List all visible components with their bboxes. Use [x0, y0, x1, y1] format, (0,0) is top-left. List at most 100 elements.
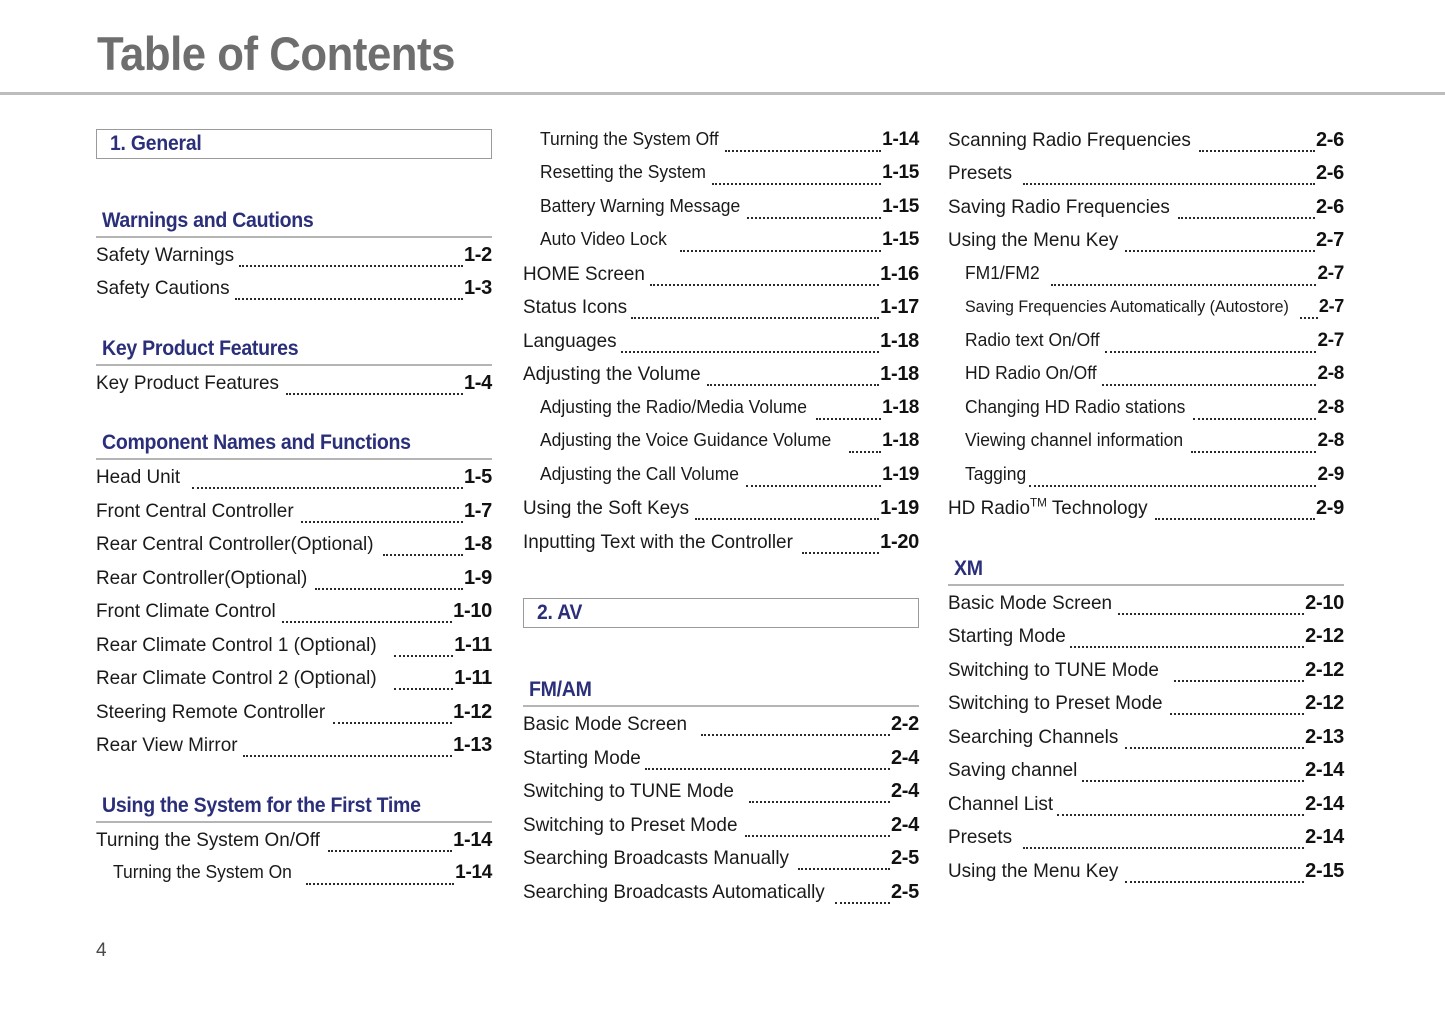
- toc-entry[interactable]: Starting Mode 2-4: [523, 747, 919, 781]
- section-heading-label: Key Product Features: [102, 336, 299, 360]
- toc-entry[interactable]: Presets 2-14: [948, 826, 1344, 860]
- dot-leader: [649, 275, 880, 286]
- toc-entry[interactable]: FM1/FM2 2-7: [948, 263, 1344, 297]
- toc-entry[interactable]: Saving Radio Frequencies 2-6: [948, 196, 1344, 230]
- toc-entry[interactable]: Switching to TUNE Mode 2-4: [523, 780, 919, 814]
- toc-entry-page: 1-18: [880, 329, 919, 352]
- section-heading-label: Using the System for the First Time: [102, 793, 421, 817]
- toc-entry[interactable]: Front Climate Control 1-10: [96, 600, 492, 634]
- toc-entry[interactable]: Switching to Preset Mode 2-12: [948, 692, 1344, 726]
- toc-entry[interactable]: Adjusting the Voice Guidance Volume 1-18: [523, 430, 919, 464]
- toc-entry[interactable]: Radio text On/Off 2-7: [948, 330, 1344, 364]
- toc-entry[interactable]: Turning the System Off 1-14: [523, 129, 919, 163]
- toc-entry-label: Front Central Controller: [96, 499, 294, 522]
- toc-entry[interactable]: Switching to Preset Mode 2-4: [523, 814, 919, 848]
- toc-entry[interactable]: Searching Broadcasts Manually 2-5: [523, 847, 919, 881]
- toc-entry[interactable]: Tagging 2-9: [948, 464, 1344, 498]
- toc-entry[interactable]: Rear View Mirror 1-13: [96, 734, 492, 768]
- toc-entry[interactable]: Using the Menu Key 2-7: [948, 229, 1344, 263]
- toc-entry[interactable]: Battery Warning Message 1-15: [523, 196, 919, 230]
- toc-entry[interactable]: HOME Screen 1-16: [523, 263, 919, 297]
- toc-entry[interactable]: Rear Climate Control 2 (Optional) 1-11: [96, 667, 492, 701]
- toc-entry[interactable]: Turning the System On 1-14: [96, 862, 492, 896]
- dot-leader: [1029, 476, 1317, 487]
- toc-entry-label: Scanning Radio Frequencies: [948, 128, 1191, 151]
- toc-entry[interactable]: Viewing channel information 2-8: [948, 430, 1344, 464]
- section-heading-warnings-and-cautions: Warnings and Cautions: [96, 209, 492, 238]
- toc-entry[interactable]: Rear Central Controller(Optional) 1-8: [96, 533, 492, 567]
- dot-leader: [749, 792, 890, 804]
- toc-entry-label: Basic Mode Screen: [948, 591, 1113, 614]
- toc-entry-page: 1-11: [454, 667, 492, 690]
- toc-entry[interactable]: Adjusting the Radio/Media Volume 1-18: [523, 397, 919, 431]
- chapter-heading-1-general[interactable]: 1. General: [96, 128, 492, 159]
- toc-entry[interactable]: HD RadioTM Technology 2-9: [948, 497, 1344, 531]
- toc-entry-label: Radio text On/Off: [965, 329, 1100, 350]
- trademark-symbol: TM: [1030, 495, 1047, 510]
- toc-entry-page: 1-7: [463, 499, 492, 522]
- toc-entry-page: 1-12: [453, 700, 492, 723]
- toc-entry[interactable]: Status Icons 1-17: [523, 296, 919, 330]
- toc-entry[interactable]: Turning the System On/Off 1-14: [96, 829, 492, 863]
- toc-entry-page: 2-12: [1305, 658, 1344, 681]
- toc-entry-page: 2-6: [1315, 195, 1344, 218]
- toc-entry[interactable]: Basic Mode Screen 2-10: [948, 592, 1344, 626]
- dot-leader: [712, 174, 882, 186]
- toc-entry-label: Starting Mode: [948, 625, 1066, 648]
- toc-entry[interactable]: Using the Soft Keys 1-19: [523, 497, 919, 531]
- dot-leader: [1193, 409, 1317, 420]
- toc-entry-page: 1-3: [463, 277, 492, 300]
- toc-entry[interactable]: Switching to TUNE Mode 2-12: [948, 659, 1344, 693]
- toc-entry[interactable]: Auto Video Lock 1-15: [523, 229, 919, 263]
- toc-entry[interactable]: Scanning Radio Frequencies 2-6: [948, 129, 1344, 163]
- toc-entry-page: 2-10: [1305, 591, 1344, 614]
- dot-leader: [745, 826, 890, 837]
- toc-entry-label: Status Icons: [523, 296, 628, 319]
- toc-entry-label: Presets: [948, 826, 1013, 849]
- dot-leader: [285, 384, 463, 395]
- toc-entry[interactable]: Safety Warnings 1-2: [96, 244, 492, 278]
- chapter-heading-label: 1. General: [110, 131, 202, 155]
- toc-entry[interactable]: Searching Broadcasts Automatically 2-5: [523, 881, 919, 915]
- toc-entry[interactable]: Searching Channels 2-13: [948, 726, 1344, 760]
- toc-entry-label: Key Product Features: [96, 371, 279, 394]
- toc-column-3: Scanning Radio Frequencies 2-6 Presets 2-6 S…: [948, 129, 1344, 894]
- chapter-heading-2-av[interactable]: 2. AV: [523, 598, 919, 629]
- dot-leader: [849, 442, 882, 454]
- toc-entry[interactable]: Rear Controller(Optional) 1-9: [96, 567, 492, 601]
- toc-entry-label: Inputting Text with the Controller: [523, 530, 793, 553]
- toc-entry[interactable]: Channel List 2-14: [948, 793, 1344, 827]
- dot-leader: [1174, 671, 1305, 682]
- toc-entry[interactable]: Using the Menu Key 2-15: [948, 860, 1344, 894]
- toc-entry[interactable]: Inputting Text with the Controller 1-20: [523, 531, 919, 565]
- toc-entry[interactable]: Safety Cautions 1-3: [96, 277, 492, 311]
- toc-entry[interactable]: Basic Mode Screen 2-2: [523, 713, 919, 747]
- toc-entry[interactable]: Key Product Features 1-4: [96, 372, 492, 406]
- toc-entry[interactable]: Rear Climate Control 1 (Optional) 1-11: [96, 634, 492, 668]
- toc-entry-label: Searching Channels: [948, 725, 1119, 748]
- toc-entry[interactable]: Front Central Controller 1-7: [96, 500, 492, 534]
- toc-entry-label: Auto Video Lock: [540, 229, 667, 250]
- dot-leader: [1118, 604, 1305, 615]
- dot-leader: [802, 543, 880, 554]
- toc-columns: 1. General Warnings and Cautions Safety Wa…: [0, 95, 1445, 915]
- toc-entry[interactable]: Saving channel 2-14: [948, 759, 1344, 793]
- toc-entry[interactable]: HD Radio On/Off 2-8: [948, 363, 1344, 397]
- toc-entry[interactable]: Adjusting the Volume 1-18: [523, 363, 919, 397]
- toc-entry[interactable]: Adjusting the Call Volume 1-19: [523, 464, 919, 498]
- toc-entry-page: 2-4: [890, 780, 919, 803]
- toc-entry[interactable]: Steering Remote Controller 1-12: [96, 701, 492, 735]
- toc-entry[interactable]: Changing HD Radio stations 2-8: [948, 397, 1344, 431]
- toc-entry[interactable]: Saving Frequencies Automatically (Autost…: [948, 296, 1344, 330]
- toc-entry[interactable]: Starting Mode 2-12: [948, 625, 1344, 659]
- toc-entry-page: 2-7: [1317, 262, 1344, 284]
- toc-entry[interactable]: Resetting the System 1-15: [523, 162, 919, 196]
- toc-entry-page: 2-4: [890, 746, 919, 769]
- toc-entry[interactable]: Languages 1-18: [523, 330, 919, 364]
- toc-entry[interactable]: Presets 2-6: [948, 162, 1344, 196]
- dot-leader: [1154, 509, 1315, 521]
- dot-leader: [816, 409, 882, 420]
- toc-entry[interactable]: Head Unit 1-5: [96, 466, 492, 500]
